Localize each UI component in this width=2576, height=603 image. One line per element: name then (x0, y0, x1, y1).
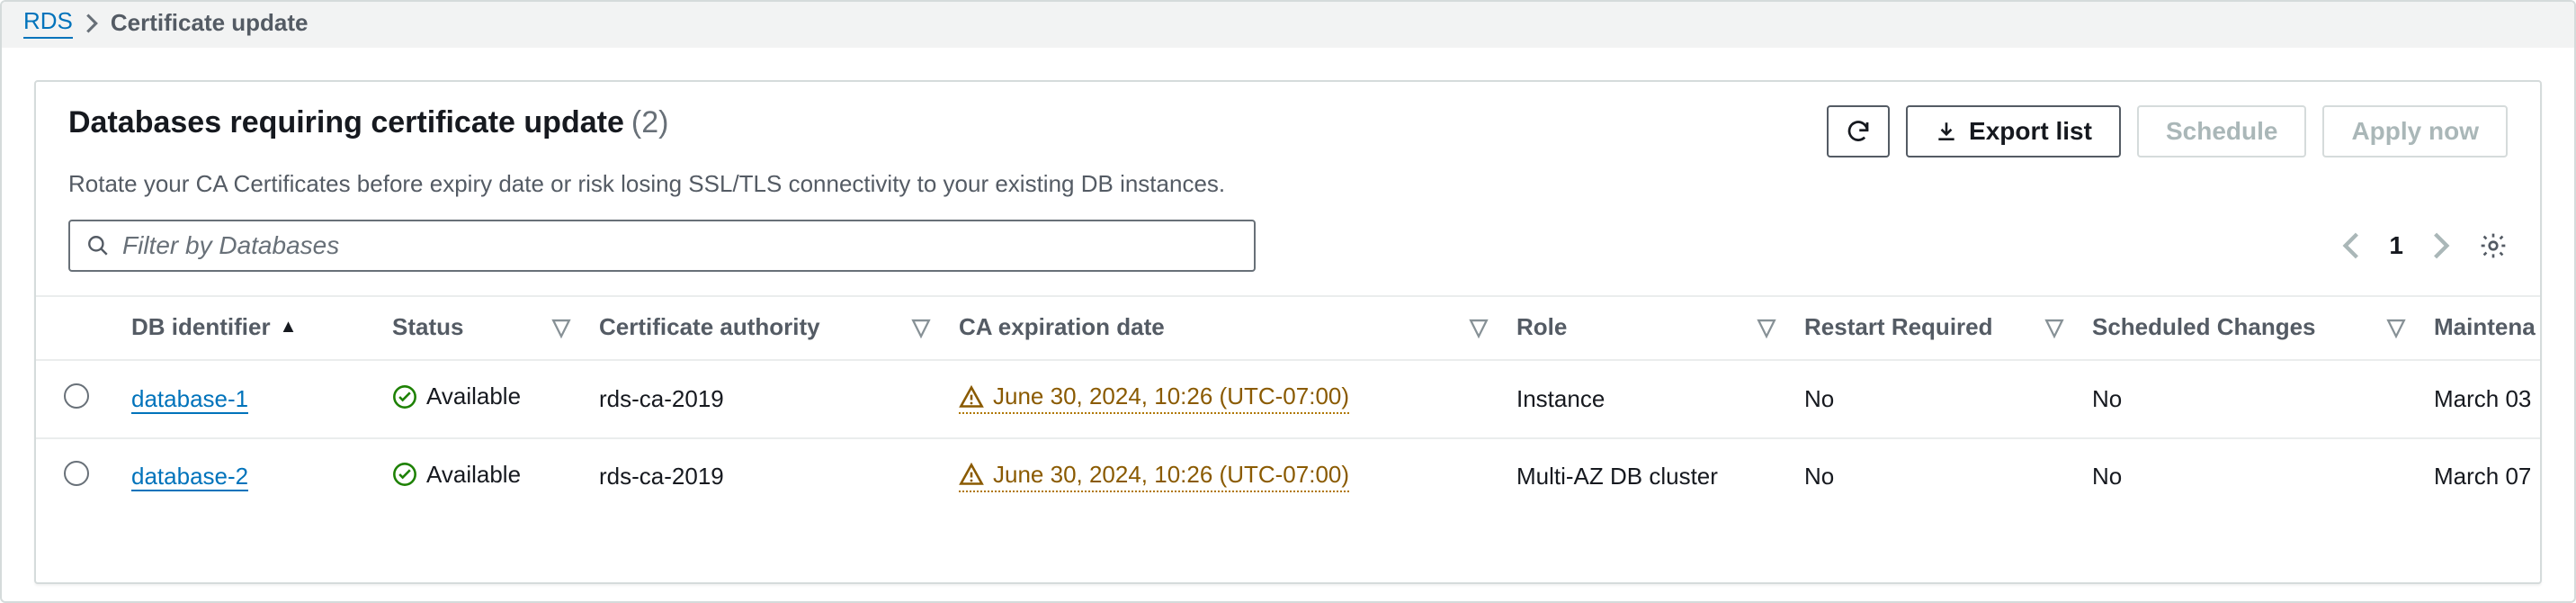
pagination: 1 (2342, 231, 2508, 260)
check-circle-icon (392, 462, 417, 487)
databases-table: DB identifier ▲ Status ▽ (36, 295, 2540, 515)
status-badge: Available (392, 461, 521, 489)
filter-icon: ▽ (2387, 313, 2405, 341)
status-text: Available (426, 382, 521, 410)
table-row: database-2 Available rds-ca-2019 June 30, 2… (36, 438, 2540, 516)
col-restart[interactable]: Restart Required ▽ (1790, 296, 2078, 360)
maintenance-cell: March 07 (2419, 438, 2540, 516)
col-role-label: Role (1516, 313, 1567, 341)
refresh-icon (1845, 118, 1872, 145)
search-icon (86, 234, 110, 257)
scheduled-cell: No (2078, 360, 2419, 438)
table-row: database-1 Available rds-ca-2019 June 30, 2… (36, 360, 2540, 438)
download-icon (1935, 120, 1958, 143)
chevron-right-icon (85, 14, 98, 33)
table-wrapper: DB identifier ▲ Status ▽ (36, 295, 2540, 515)
scheduled-cell: No (2078, 438, 2419, 516)
page-number: 1 (2389, 231, 2403, 260)
refresh-button[interactable] (1827, 105, 1890, 158)
row-radio[interactable] (64, 383, 89, 409)
col-scheduled[interactable]: Scheduled Changes ▽ (2078, 296, 2419, 360)
col-ca-label: Certificate authority (599, 313, 820, 341)
col-restart-label: Restart Required (1804, 313, 1993, 341)
panel-header: Databases requiring certificate update (… (36, 82, 2540, 166)
db-identifier-link[interactable]: database-2 (131, 463, 248, 491)
filter-icon: ▽ (912, 313, 930, 341)
expiration-text: June 30, 2024, 10:26 (UTC-07:00) (993, 461, 1349, 489)
filter-icon: ▽ (1470, 313, 1488, 341)
filter-icon: ▽ (552, 313, 570, 341)
col-db-identifier-label: DB identifier (131, 313, 271, 341)
panel-subtitle: Rotate your CA Certificates before expir… (36, 166, 2540, 198)
col-status[interactable]: Status ▽ (378, 296, 585, 360)
page-container: RDS Certificate update Databases requiri… (0, 0, 2576, 603)
restart-cell: No (1790, 360, 2078, 438)
expiration-text: June 30, 2024, 10:26 (UTC-07:00) (993, 382, 1349, 410)
restart-cell: No (1790, 438, 2078, 516)
warning-icon (959, 462, 984, 487)
toolbar: 1 (36, 198, 2540, 295)
sort-asc-icon: ▲ (280, 317, 298, 338)
export-list-button[interactable]: Export list (1906, 105, 2121, 158)
filter-icon: ▽ (2045, 313, 2063, 341)
breadcrumb: RDS Certificate update (2, 2, 2574, 48)
maintenance-cell: March 03 (2419, 360, 2540, 438)
breadcrumb-root-link[interactable]: RDS (23, 7, 73, 39)
col-scheduled-label: Scheduled Changes (2092, 313, 2316, 341)
warning-icon (959, 384, 984, 410)
row-radio[interactable] (64, 461, 89, 486)
check-circle-icon (392, 384, 417, 410)
col-maintenance-label: Maintena (2434, 313, 2536, 341)
search-input[interactable] (122, 231, 1238, 260)
export-list-label: Export list (1969, 117, 2092, 146)
schedule-button[interactable]: Schedule (2137, 105, 2306, 158)
settings-button[interactable] (2479, 231, 2508, 260)
apply-now-button[interactable]: Apply now (2322, 105, 2508, 158)
col-maintenance[interactable]: Maintena (2419, 296, 2540, 360)
page-title-count: (2) (631, 105, 669, 140)
col-ca[interactable]: Certificate authority ▽ (585, 296, 944, 360)
action-buttons: Export list Schedule Apply now (1827, 105, 2508, 158)
next-page-button[interactable] (2432, 232, 2450, 259)
main-panel: Databases requiring certificate update (… (34, 80, 2542, 584)
col-db-identifier[interactable]: DB identifier ▲ (117, 296, 378, 360)
ca-cell: rds-ca-2019 (585, 360, 944, 438)
col-expiration[interactable]: CA expiration date ▽ (944, 296, 1502, 360)
expiration-warning[interactable]: June 30, 2024, 10:26 (UTC-07:00) (959, 382, 1349, 414)
prev-page-button[interactable] (2342, 232, 2360, 259)
apply-now-label: Apply now (2351, 117, 2479, 146)
col-expiration-label: CA expiration date (959, 313, 1165, 341)
search-box[interactable] (68, 220, 1256, 272)
ca-cell: rds-ca-2019 (585, 438, 944, 516)
col-role[interactable]: Role ▽ (1502, 296, 1790, 360)
status-text: Available (426, 461, 521, 489)
status-badge: Available (392, 382, 521, 410)
filter-icon: ▽ (1758, 313, 1775, 341)
breadcrumb-current: Certificate update (111, 9, 309, 37)
col-status-label: Status (392, 313, 463, 341)
page-title: Databases requiring certificate update (68, 105, 624, 140)
expiration-warning[interactable]: June 30, 2024, 10:26 (UTC-07:00) (959, 461, 1349, 492)
db-identifier-link[interactable]: database-1 (131, 385, 248, 414)
panel-title-block: Databases requiring certificate update (… (68, 105, 668, 140)
schedule-label: Schedule (2166, 117, 2277, 146)
role-cell: Instance (1502, 360, 1790, 438)
role-cell: Multi-AZ DB cluster (1502, 438, 1790, 516)
col-select (36, 296, 117, 360)
table-header-row: DB identifier ▲ Status ▽ (36, 296, 2540, 360)
